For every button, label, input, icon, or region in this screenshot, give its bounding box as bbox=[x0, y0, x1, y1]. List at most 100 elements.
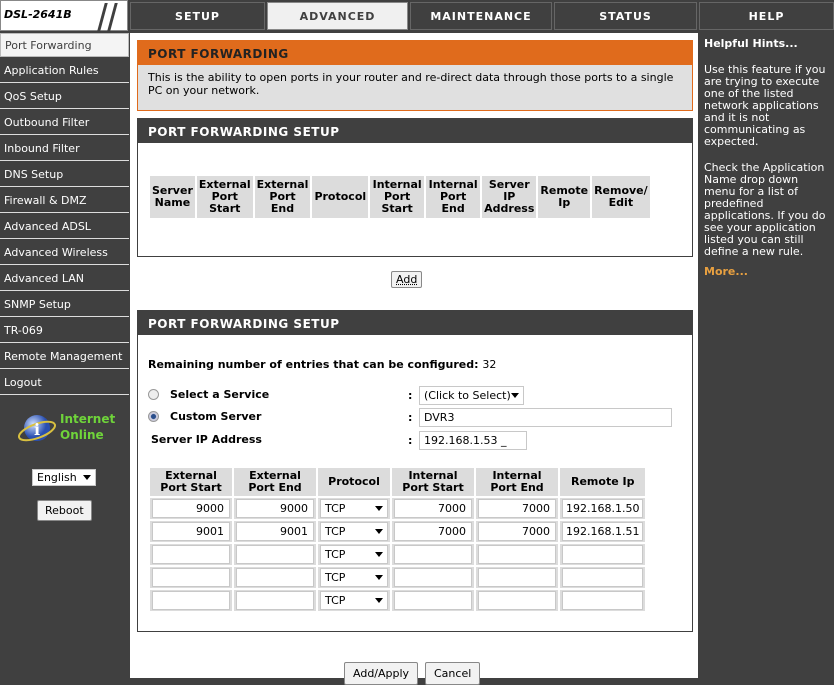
sidebar-item-port-forwarding[interactable]: Port Forwarding bbox=[0, 33, 129, 57]
intro-text: This is the ability to open ports in you… bbox=[148, 71, 674, 97]
ext-end-input[interactable]: 9000 bbox=[236, 499, 314, 518]
sidebar-item-qos-setup[interactable]: QoS Setup bbox=[0, 85, 129, 109]
remote-ip-input[interactable] bbox=[562, 545, 644, 564]
sidebar-item-outbound-filter[interactable]: Outbound Filter bbox=[0, 111, 129, 135]
sidebar-item-advanced-lan[interactable]: Advanced LAN bbox=[0, 267, 129, 291]
custom-server-label: Custom Server bbox=[170, 410, 262, 423]
int-end-input[interactable]: 7000 bbox=[478, 499, 556, 518]
main-content: PORT FORWARDING This is the ability to o… bbox=[130, 33, 698, 685]
language-select[interactable]: English bbox=[32, 469, 96, 486]
tab-setup[interactable]: SETUP bbox=[130, 2, 265, 30]
column-header: Remove/ Edit bbox=[592, 176, 650, 218]
tab-status[interactable]: STATUS bbox=[554, 2, 697, 30]
setup-section: PORT FORWARDING SETUP Remaining number o… bbox=[137, 310, 693, 632]
ext-end-input[interactable] bbox=[236, 591, 314, 610]
section-title: PORT FORWARDING SETUP bbox=[138, 311, 692, 335]
rules-table: Server Name External Port Start External P… bbox=[148, 174, 652, 220]
logo: DSL-2641B bbox=[0, 0, 128, 31]
colon: : bbox=[408, 434, 413, 447]
chevron-down-icon bbox=[375, 552, 383, 557]
table-row: TCP bbox=[150, 544, 646, 565]
sidebar-item-snmp-setup[interactable]: SNMP Setup bbox=[0, 293, 129, 317]
colon: : bbox=[408, 389, 413, 402]
remote-ip-input[interactable]: 192.168.1.51 bbox=[562, 522, 644, 541]
remote-ip-input[interactable] bbox=[562, 568, 644, 587]
int-start-input[interactable] bbox=[394, 591, 472, 610]
column-header: Protocol bbox=[318, 468, 390, 496]
int-start-input[interactable]: 7000 bbox=[394, 499, 472, 518]
ports-table: External Port Start External Port End Prot… bbox=[148, 466, 648, 613]
sidebar-item-logout[interactable]: Logout bbox=[0, 371, 129, 395]
protocol-select[interactable]: TCP bbox=[320, 545, 388, 564]
service-select[interactable]: (Click to Select) bbox=[419, 386, 524, 405]
sidebar: Port Forwarding Application Rules QoS Setu… bbox=[0, 33, 129, 521]
table-row: 9001 9001 TCP 7000 7000 192.168.1.51 bbox=[150, 521, 646, 542]
chevron-down-icon bbox=[511, 393, 519, 398]
sidebar-item-tr-069[interactable]: TR-069 bbox=[0, 319, 129, 343]
protocol-select[interactable]: TCP bbox=[320, 499, 388, 518]
ext-start-input[interactable] bbox=[152, 545, 230, 564]
column-header: Internal Port End bbox=[476, 468, 558, 496]
ext-end-input[interactable] bbox=[236, 568, 314, 587]
select-service-label: Select a Service bbox=[170, 388, 270, 401]
cancel-button[interactable]: Cancel bbox=[425, 662, 481, 685]
status-online: Online bbox=[60, 428, 104, 442]
server-ip-label: Server IP Address bbox=[151, 433, 262, 446]
sidebar-item-application-rules[interactable]: Application Rules bbox=[0, 59, 129, 83]
column-header: External Port End bbox=[254, 176, 311, 218]
server-ip-input[interactable]: 192.168.1.53 _ bbox=[419, 431, 527, 450]
int-end-input[interactable] bbox=[478, 545, 556, 564]
int-start-input[interactable] bbox=[394, 568, 472, 587]
ext-start-input[interactable]: 9001 bbox=[152, 522, 230, 541]
chevron-down-icon bbox=[375, 529, 383, 534]
remote-ip-input[interactable]: 192.168.1.50 bbox=[562, 499, 644, 518]
remote-ip-input[interactable] bbox=[562, 591, 644, 610]
sidebar-item-advanced-wireless[interactable]: Advanced Wireless bbox=[0, 241, 129, 265]
column-header: Remote Ip bbox=[560, 468, 646, 496]
protocol-select[interactable]: TCP bbox=[320, 522, 388, 541]
protocol-select[interactable]: TCP bbox=[320, 591, 388, 610]
colon: : bbox=[408, 411, 413, 424]
column-header: Remote Ip bbox=[538, 176, 591, 218]
tab-advanced[interactable]: ADVANCED bbox=[267, 2, 408, 30]
reboot-button[interactable]: Reboot bbox=[37, 500, 92, 521]
logo-slash bbox=[107, 3, 118, 31]
table-row: 9000 9000 TCP 7000 7000 192.168.1.50 bbox=[150, 498, 646, 519]
int-end-input[interactable] bbox=[478, 568, 556, 587]
intro-section: PORT FORWARDING This is the ability to o… bbox=[137, 40, 693, 111]
add-button[interactable]: Add bbox=[391, 271, 423, 288]
column-header: External Port Start bbox=[150, 468, 232, 496]
add-apply-button[interactable]: Add/Apply bbox=[344, 662, 419, 685]
sidebar-item-advanced-adsl[interactable]: Advanced ADSL bbox=[0, 215, 129, 239]
info-globe-icon: i bbox=[17, 415, 57, 442]
custom-server-input[interactable]: DVR3 bbox=[419, 408, 672, 427]
int-start-input[interactable]: 7000 bbox=[394, 522, 472, 541]
column-header: External Port End bbox=[234, 468, 316, 496]
column-header: Internal Port Start bbox=[370, 176, 425, 218]
chevron-down-icon bbox=[83, 475, 91, 480]
custom-server-radio[interactable] bbox=[148, 411, 159, 422]
section-title: PORT FORWARDING SETUP bbox=[138, 119, 692, 143]
help-text: Use this feature if you are trying to ex… bbox=[704, 63, 826, 148]
section-title: PORT FORWARDING bbox=[138, 41, 692, 65]
select-service-radio[interactable] bbox=[148, 389, 159, 400]
int-end-input[interactable] bbox=[478, 591, 556, 610]
tab-help[interactable]: HELP bbox=[699, 2, 834, 30]
ext-start-input[interactable]: 9000 bbox=[152, 499, 230, 518]
table-row: TCP bbox=[150, 567, 646, 588]
logo-slash bbox=[97, 3, 108, 31]
tab-maintenance[interactable]: MAINTENANCE bbox=[410, 2, 552, 30]
ext-start-input[interactable] bbox=[152, 568, 230, 587]
ext-end-input[interactable]: 9001 bbox=[236, 522, 314, 541]
int-start-input[interactable] bbox=[394, 545, 472, 564]
int-end-input[interactable]: 7000 bbox=[478, 522, 556, 541]
ext-start-input[interactable] bbox=[152, 591, 230, 610]
protocol-select[interactable]: TCP bbox=[320, 568, 388, 587]
ext-end-input[interactable] bbox=[236, 545, 314, 564]
sidebar-item-dns-setup[interactable]: DNS Setup bbox=[0, 163, 129, 187]
help-panel: Helpful Hints... Use this feature if you… bbox=[699, 33, 834, 678]
more-link[interactable]: More... bbox=[704, 266, 829, 278]
sidebar-item-firewall-dmz[interactable]: Firewall & DMZ bbox=[0, 189, 129, 213]
sidebar-item-remote-management[interactable]: Remote Management bbox=[0, 345, 129, 369]
sidebar-item-inbound-filter[interactable]: Inbound Filter bbox=[0, 137, 129, 161]
